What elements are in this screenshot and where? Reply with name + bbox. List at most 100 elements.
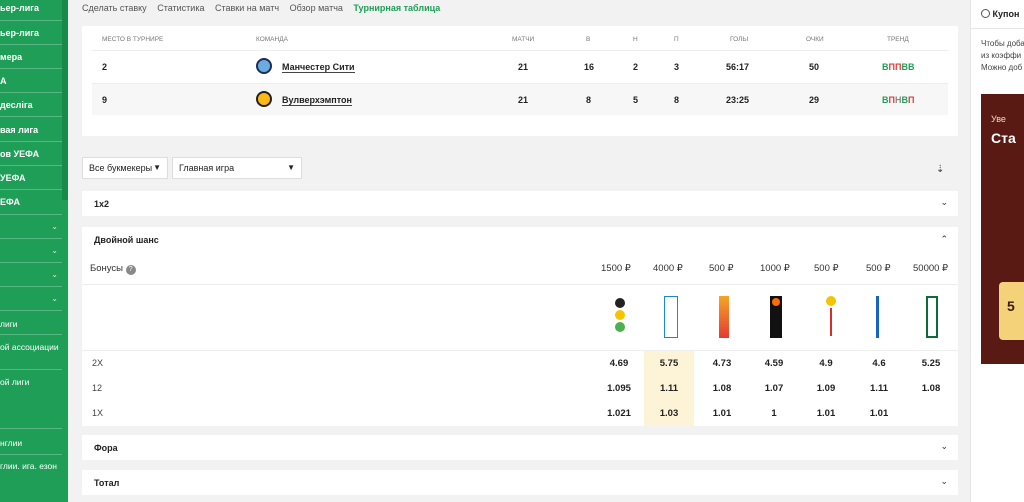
chevron-down-icon[interactable]: ⌄ [940, 476, 948, 487]
divider [82, 350, 958, 351]
odds-value[interactable]: 4.59 [750, 358, 798, 369]
promo-banner[interactable]: Уве Ста 5 [981, 94, 1024, 364]
bookmaker-winline-logo-icon[interactable] [770, 296, 782, 338]
goals-cell: 23:25 [726, 95, 750, 105]
market-section-1x2[interactable]: 1x2 ⌄ [82, 191, 958, 216]
game-select[interactable]: Главная игра ▼ [172, 157, 302, 179]
divider [0, 44, 62, 45]
odds-value[interactable]: 4.69 [595, 358, 643, 369]
bookmaker-betcity-logo-icon[interactable] [876, 296, 886, 338]
chevron-down-icon[interactable]: ⌄ [940, 197, 948, 208]
odds-value[interactable]: 1.01 [855, 408, 903, 419]
divider [0, 214, 62, 215]
odds-value[interactable]: 1.08 [698, 383, 746, 394]
sidebar-item-premier-2[interactable]: ьер-лига [0, 28, 62, 38]
sidebar-sub-item-england[interactable]: нглии [0, 437, 62, 449]
caret-down-icon: ▼ [153, 163, 161, 172]
odds-value[interactable]: 1.01 [802, 408, 850, 419]
bonus-value: 50000 ₽ [913, 263, 949, 274]
column-header: Матчи [512, 36, 535, 43]
odds-value[interactable]: 1.07 [750, 383, 798, 394]
odds-value[interactable]: 4.9 [802, 358, 850, 369]
points-cell: 50 [809, 62, 820, 72]
sidebar-item-bundesliga[interactable]: десліга [0, 100, 62, 110]
bookmakers-select[interactable]: Все букмекеры ▼ [82, 157, 168, 179]
sidebar-item-primera[interactable]: мера [0, 52, 62, 62]
odds-value[interactable]: 1.09 [802, 383, 850, 394]
sidebar-sub-item-leagues[interactable]: лиги [0, 318, 62, 330]
sidebar-sub-item-league[interactable]: ой лиги [0, 376, 62, 388]
odds-value[interactable]: 1 [750, 408, 798, 419]
chevron-down-icon[interactable]: ⌄ [51, 246, 58, 255]
sidebar-item-europa-uefa[interactable]: УЕФА [0, 173, 62, 183]
divider [0, 454, 62, 455]
trend-letter: В [907, 62, 915, 72]
goals-cell: 56:17 [726, 62, 750, 72]
chevron-up-icon[interactable]: ⌃ [940, 234, 948, 245]
odds-value[interactable]: 1.021 [595, 408, 643, 419]
promo-headline: Ста [991, 130, 1016, 146]
bookmaker-bingoboom-logo-icon[interactable] [719, 296, 729, 338]
tab-make-bet[interactable]: Сделать ставку [82, 3, 147, 13]
coupon-hint: Чтобы доба из коэффи Можно доб [981, 38, 1024, 74]
odds-value[interactable]: 1.08 [907, 383, 955, 394]
sidebar-sub-item-association[interactable]: ой ассоциации [0, 341, 62, 353]
bookmaker-liga-stavok-logo-icon[interactable] [926, 296, 938, 338]
odds-value[interactable]: 4.6 [855, 358, 903, 369]
sidebar-sub-item-england-season[interactable]: глии. ига. езон [0, 460, 62, 472]
coupon-icon [981, 9, 990, 18]
collapse-all-icon[interactable]: ⇣ [936, 164, 944, 175]
chevron-down-icon[interactable]: ⌄ [51, 270, 58, 279]
sidebar-item-champions-uefa[interactable]: ов УЕФА [0, 149, 62, 159]
odds-value[interactable]: 1.11 [855, 383, 903, 394]
team-name-link[interactable]: Вулверхэмптон [282, 95, 352, 106]
bookmaker-888-logo-icon[interactable] [613, 296, 627, 338]
divider [0, 189, 62, 190]
divider [0, 369, 62, 370]
table-row[interactable]: 2 Манчестер Сити 21 16 2 3 56:17 50 ВППВ… [92, 50, 948, 82]
place-cell: 9 [102, 95, 108, 105]
draws-cell: 5 [633, 95, 639, 105]
divider [0, 92, 62, 93]
losses-cell: 3 [674, 62, 680, 72]
odds-value[interactable]: 1.03 [645, 408, 693, 419]
main-content: Сделать ставку Статистика Ставки на матч… [68, 0, 968, 502]
odds-value[interactable]: 5.75 [645, 358, 693, 369]
bookmaker-tennisi-logo-icon[interactable] [826, 296, 836, 338]
odds-value[interactable]: 1.01 [698, 408, 746, 419]
bookmaker-betstava-logo-icon[interactable] [664, 296, 678, 338]
bonus-label-text: Бонусы [90, 263, 123, 274]
odds-value[interactable]: 1.11 [645, 383, 693, 394]
odds-row-label: 12 [92, 383, 103, 393]
divider [0, 334, 62, 335]
chevron-down-icon[interactable]: ⌄ [940, 441, 948, 452]
team-name-link[interactable]: Манчестер Сити [282, 62, 355, 73]
sidebar-item-serie-a[interactable]: А [0, 76, 62, 86]
tab-match-bets[interactable]: Ставки на матч [215, 3, 279, 13]
tab-statistics[interactable]: Статистика [157, 3, 204, 13]
trend-cell: ВПНВП [882, 95, 914, 105]
odds-value[interactable]: 5.25 [907, 358, 955, 369]
trend-letter: П [907, 95, 915, 105]
market-section-fora[interactable]: Фора ⌄ [82, 435, 958, 460]
sidebar-item-conference-uefa[interactable]: ЕФА [0, 197, 62, 207]
help-icon[interactable]: ? [125, 265, 136, 275]
odds-value[interactable]: 1.095 [595, 383, 643, 394]
section-title[interactable]: Двойной шанс [94, 235, 159, 245]
sidebar-item-premier[interactable]: ьер-лига [0, 3, 62, 13]
market-section-total[interactable]: Тотал ⌄ [82, 470, 958, 495]
chevron-down-icon[interactable]: ⌄ [51, 222, 58, 231]
bonus-value: 4000 ₽ [653, 263, 683, 274]
tab-match-review[interactable]: Обзор матча [290, 3, 343, 13]
coupon-hint-line: Чтобы доба [981, 39, 1024, 48]
coupon-header[interactable]: Купон [981, 9, 1019, 19]
coupon-hint-line: из коэффи [981, 51, 1022, 60]
sidebar-item-first-league[interactable]: вая лига [0, 125, 62, 135]
odds-value[interactable]: 4.73 [698, 358, 746, 369]
section-title: 1x2 [94, 199, 110, 209]
chevron-down-icon[interactable]: ⌄ [51, 294, 58, 303]
table-row[interactable]: 9 Вулверхэмптон 21 8 5 8 23:25 29 ВПНВП [92, 83, 948, 115]
column-header: Голы [730, 36, 749, 43]
matches-cell: 21 [518, 95, 529, 105]
tab-standings[interactable]: Турнирная таблица [353, 3, 440, 13]
